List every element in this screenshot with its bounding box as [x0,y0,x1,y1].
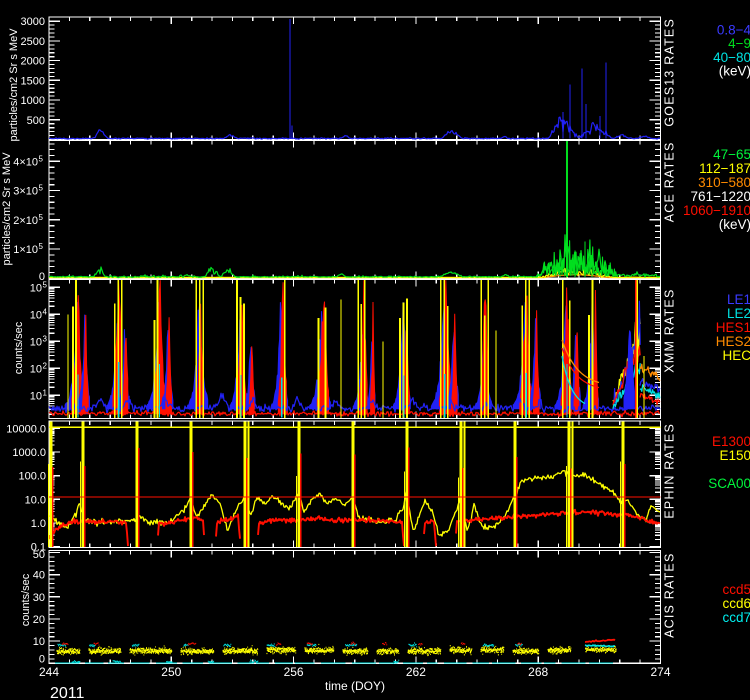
svg-text:HES1: HES1 [716,320,750,335]
svg-text:10000.0: 10000.0 [6,424,46,436]
svg-text:EPHIN RATES: EPHIN RATES [663,423,677,519]
svg-text:LE1: LE1 [727,292,750,307]
svg-text:time (DOY): time (DOY) [325,679,385,693]
svg-text:10: 10 [30,282,42,294]
svg-text:20: 20 [33,614,45,626]
svg-text:5: 5 [39,154,44,163]
svg-text:4: 4 [43,307,48,316]
svg-text:XMM RATES: XMM RATES [663,289,677,373]
svg-text:10: 10 [30,336,42,348]
svg-text:counts/sec: counts/sec [20,573,32,626]
svg-text:4×10: 4×10 [13,156,38,168]
svg-text:10: 10 [30,363,42,375]
svg-text:1: 1 [43,388,48,397]
svg-text:250: 250 [161,665,181,679]
svg-text:2: 2 [43,361,48,370]
svg-text:1000.0: 1000.0 [12,447,46,459]
svg-text:ACE RATES: ACE RATES [663,142,677,223]
svg-text:50: 50 [33,549,45,561]
svg-text:(keV): (keV) [719,217,750,232]
svg-text:274: 274 [650,665,670,679]
svg-text:2000: 2000 [21,56,45,68]
svg-text:1000: 1000 [21,95,45,107]
svg-text:2500: 2500 [21,36,45,48]
svg-text:262: 262 [406,665,426,679]
svg-text:particles/cm2 Sr s MeV: particles/cm2 Sr s MeV [1,152,13,266]
svg-text:112−187: 112−187 [699,161,750,176]
svg-text:GOES13 RATES: GOES13 RATES [663,18,677,127]
svg-text:30: 30 [33,592,45,604]
svg-text:761−1220: 761−1220 [691,189,750,204]
svg-text:5: 5 [39,184,44,193]
svg-text:10: 10 [30,390,42,402]
svg-text:E1300: E1300 [712,434,750,449]
svg-text:2011: 2011 [50,685,85,700]
svg-text:310−580: 310−580 [698,175,750,190]
svg-text:5: 5 [43,280,48,289]
svg-text:2×10: 2×10 [13,215,38,227]
svg-text:E150: E150 [719,448,750,463]
svg-text:LE2: LE2 [727,306,750,321]
svg-text:100.0: 100.0 [18,471,46,483]
svg-text:244: 244 [39,665,59,679]
svg-text:ccd6: ccd6 [722,596,750,611]
svg-text:10.0: 10.0 [25,494,46,506]
svg-text:1.0: 1.0 [31,518,46,530]
svg-text:3: 3 [43,334,48,343]
svg-text:5: 5 [39,213,44,222]
svg-text:10: 10 [30,309,42,321]
svg-text:particles/cm2 Sr s MeV: particles/cm2 Sr s MeV [8,28,20,142]
svg-text:500: 500 [27,115,45,127]
svg-text:47−65: 47−65 [713,147,750,162]
svg-text:HEC: HEC [722,348,750,363]
svg-text:(keV): (keV) [719,64,750,79]
svg-text:40: 40 [33,570,45,582]
svg-text:3×10: 3×10 [13,186,38,198]
svg-text:0: 0 [39,653,45,665]
svg-text:ccd5: ccd5 [722,582,750,597]
svg-text:10: 10 [33,636,45,648]
svg-text:1500: 1500 [21,75,45,87]
svg-text:1×10: 1×10 [13,244,38,256]
svg-text:ccd7: ccd7 [722,610,750,625]
svg-text:SCA00: SCA00 [708,476,750,491]
svg-text:5: 5 [39,242,44,251]
svg-text:256: 256 [284,665,304,679]
svg-text:ACIS RATES: ACIS RATES [663,553,677,638]
svg-text:HES2: HES2 [716,334,750,349]
svg-text:3000: 3000 [21,16,45,28]
svg-text:1060−1910: 1060−1910 [683,203,750,218]
svg-text:268: 268 [528,665,548,679]
svg-text:counts/sec: counts/sec [13,321,25,374]
